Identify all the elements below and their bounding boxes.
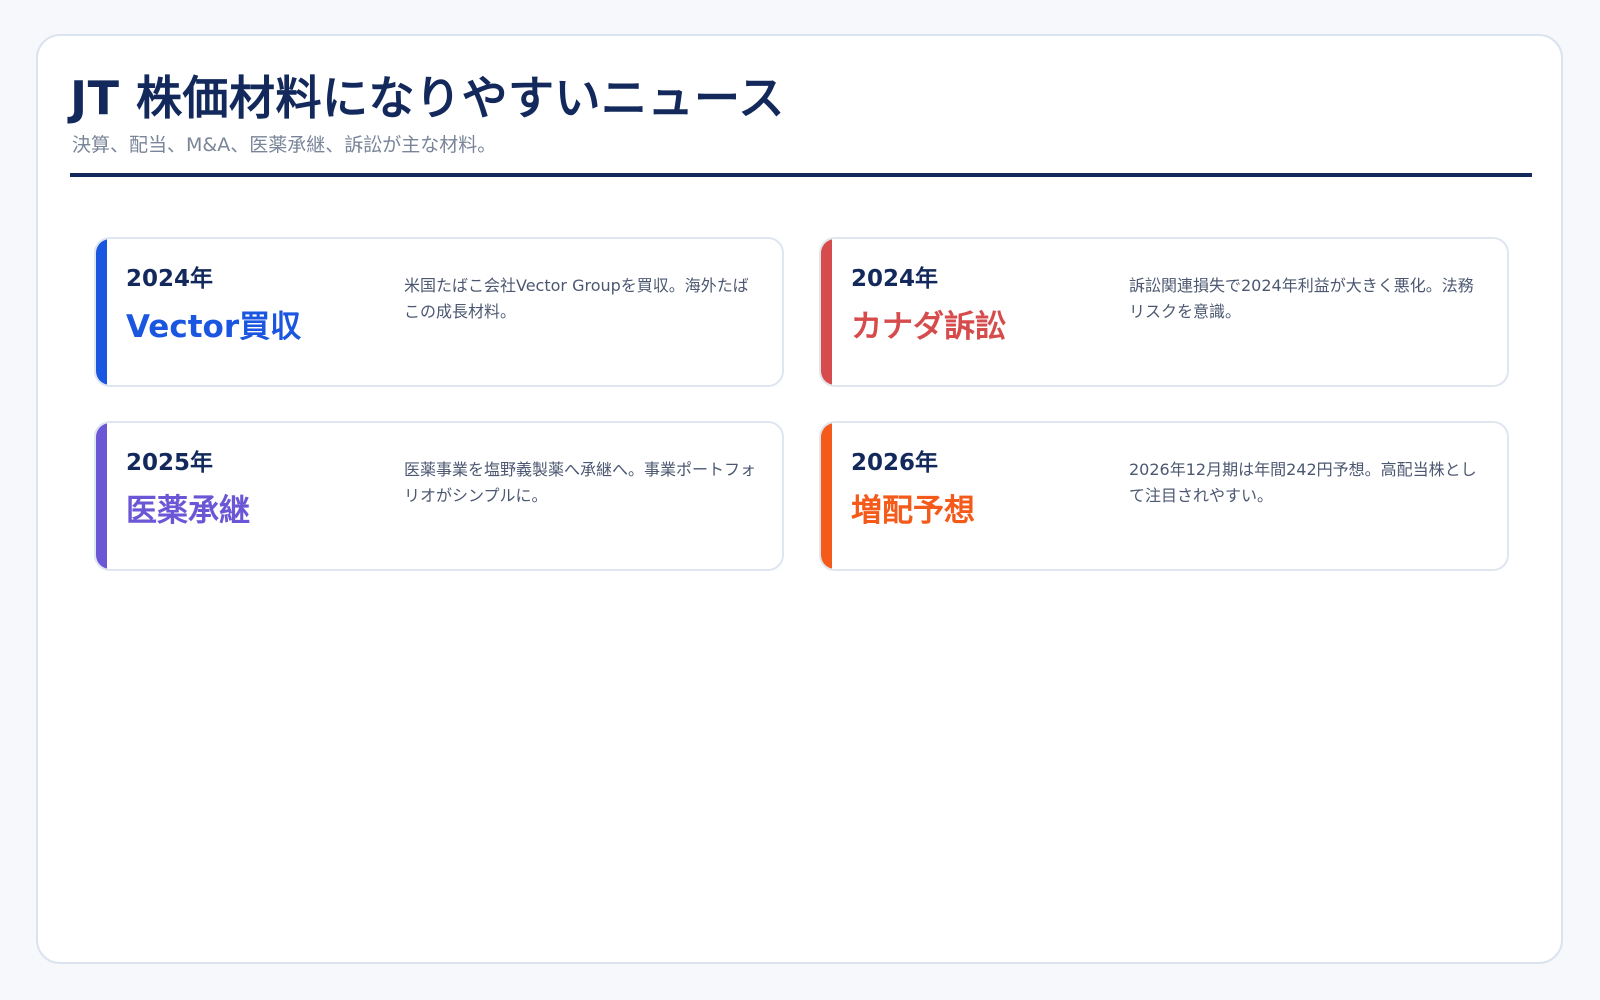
card-accent-bar (96, 239, 107, 385)
card-headline: 医薬承継 (126, 493, 250, 529)
page-subtitle: 決算、配当、M&A、医薬承継、訴訟が主な材料。 (72, 134, 497, 156)
card-headline: Vector買収 (126, 309, 302, 345)
page-title: JT 株価材料になりやすいニュース (70, 71, 785, 125)
card-description: 2026年12月期は年間242円予想。高配当株として注目されやすい。 (1129, 460, 1477, 505)
content-panel: JT 株価材料になりやすいニュース 決算、配当、M&A、医薬承継、訴訟が主な材料… (36, 34, 1563, 964)
news-card-pharma-transfer: 2025年 医薬承継 医薬事業を塩野義製薬へ承継へ。事業ポートフォリオがシンプル… (94, 421, 784, 571)
card-description: 訴訟関連損失で2024年利益が大きく悪化。法務リスクを意識。 (1129, 276, 1474, 321)
card-description: 米国たばこ会社Vector Groupを買収。海外たばこの成長材料。 (404, 276, 749, 321)
card-accent-bar (96, 423, 107, 569)
news-card-vector-acquisition: 2024年 Vector買収 米国たばこ会社Vector Groupを買収。海外… (94, 237, 784, 387)
news-card-canada-lawsuit: 2024年 カナダ訴訟 訴訟関連損失で2024年利益が大きく悪化。法務リスクを意… (819, 237, 1509, 387)
card-headline: 増配予想 (851, 493, 975, 529)
card-description: 医薬事業を塩野義製薬へ承継へ。事業ポートフォリオがシンプルに。 (404, 460, 757, 505)
card-headline: カナダ訴訟 (851, 309, 1006, 345)
news-card-dividend-increase: 2026年 増配予想 2026年12月期は年間242円予想。高配当株として注目さ… (819, 421, 1509, 571)
card-accent-bar (821, 239, 832, 385)
card-year: 2026年 (851, 450, 939, 476)
card-accent-bar (821, 423, 832, 569)
title-divider (70, 173, 1532, 177)
card-year: 2025年 (126, 450, 214, 476)
card-year: 2024年 (851, 266, 939, 292)
card-year: 2024年 (126, 266, 214, 292)
